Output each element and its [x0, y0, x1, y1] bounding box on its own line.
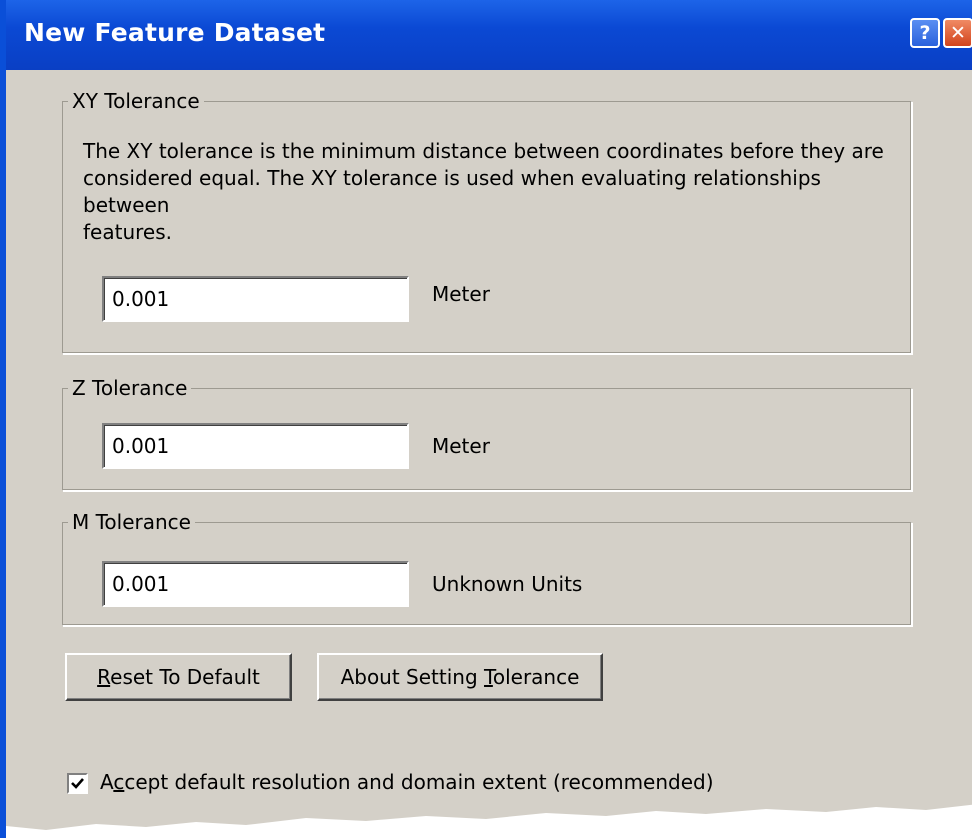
xy-tolerance-group-label: XY Tolerance: [68, 89, 204, 113]
accept-label-start: A: [100, 770, 114, 794]
torn-edge-decoration: [6, 804, 972, 838]
xy-tolerance-description-line: considered equal. The XY tolerance is us…: [83, 166, 821, 217]
z-tolerance-group-label: Z Tolerance: [68, 376, 192, 400]
accept-label-accelerator: c: [113, 770, 125, 794]
reset-to-default-button[interactable]: Reset To Default: [65, 653, 292, 701]
accept-label-rest: cept default resolution and domain exten…: [124, 770, 714, 794]
help-button[interactable]: ?: [910, 18, 940, 48]
reset-button-label-rest: eset To Default: [110, 665, 260, 689]
window-title: New Feature Dataset: [24, 18, 326, 47]
about-button-label-rest: olerance: [492, 665, 580, 689]
accept-default-checkbox[interactable]: [67, 773, 88, 794]
dialog-body: XY Tolerance The XY tolerance is the min…: [6, 70, 972, 838]
xy-tolerance-description: The XY tolerance is the minimum distance…: [83, 138, 903, 246]
xy-tolerance-description-line: features.: [83, 220, 172, 244]
checkmark-icon: [71, 778, 84, 789]
reset-button-accelerator: R: [97, 665, 111, 689]
xy-tolerance-unit: Meter: [432, 282, 490, 306]
new-feature-dataset-dialog: New Feature Dataset ? ✕ XY Tolerance The…: [0, 0, 972, 838]
z-tolerance-unit: Meter: [432, 434, 490, 458]
xy-tolerance-input[interactable]: [102, 276, 409, 322]
about-setting-tolerance-button[interactable]: About Setting Tolerance: [317, 653, 603, 701]
close-button[interactable]: ✕: [943, 18, 972, 48]
help-icon: ?: [919, 22, 931, 44]
about-button-accelerator: T: [484, 665, 493, 689]
accept-default-label[interactable]: Accept default resolution and domain ext…: [100, 770, 714, 794]
title-bar[interactable]: New Feature Dataset ? ✕: [6, 0, 972, 70]
xy-tolerance-description-line: The XY tolerance is the minimum distance…: [83, 139, 884, 163]
m-tolerance-unit: Unknown Units: [432, 572, 583, 596]
m-tolerance-group-label: M Tolerance: [68, 510, 195, 534]
close-icon: ✕: [950, 22, 966, 44]
z-tolerance-input[interactable]: [102, 423, 409, 469]
m-tolerance-input[interactable]: [102, 561, 409, 607]
about-button-label: About Setting: [340, 665, 485, 689]
